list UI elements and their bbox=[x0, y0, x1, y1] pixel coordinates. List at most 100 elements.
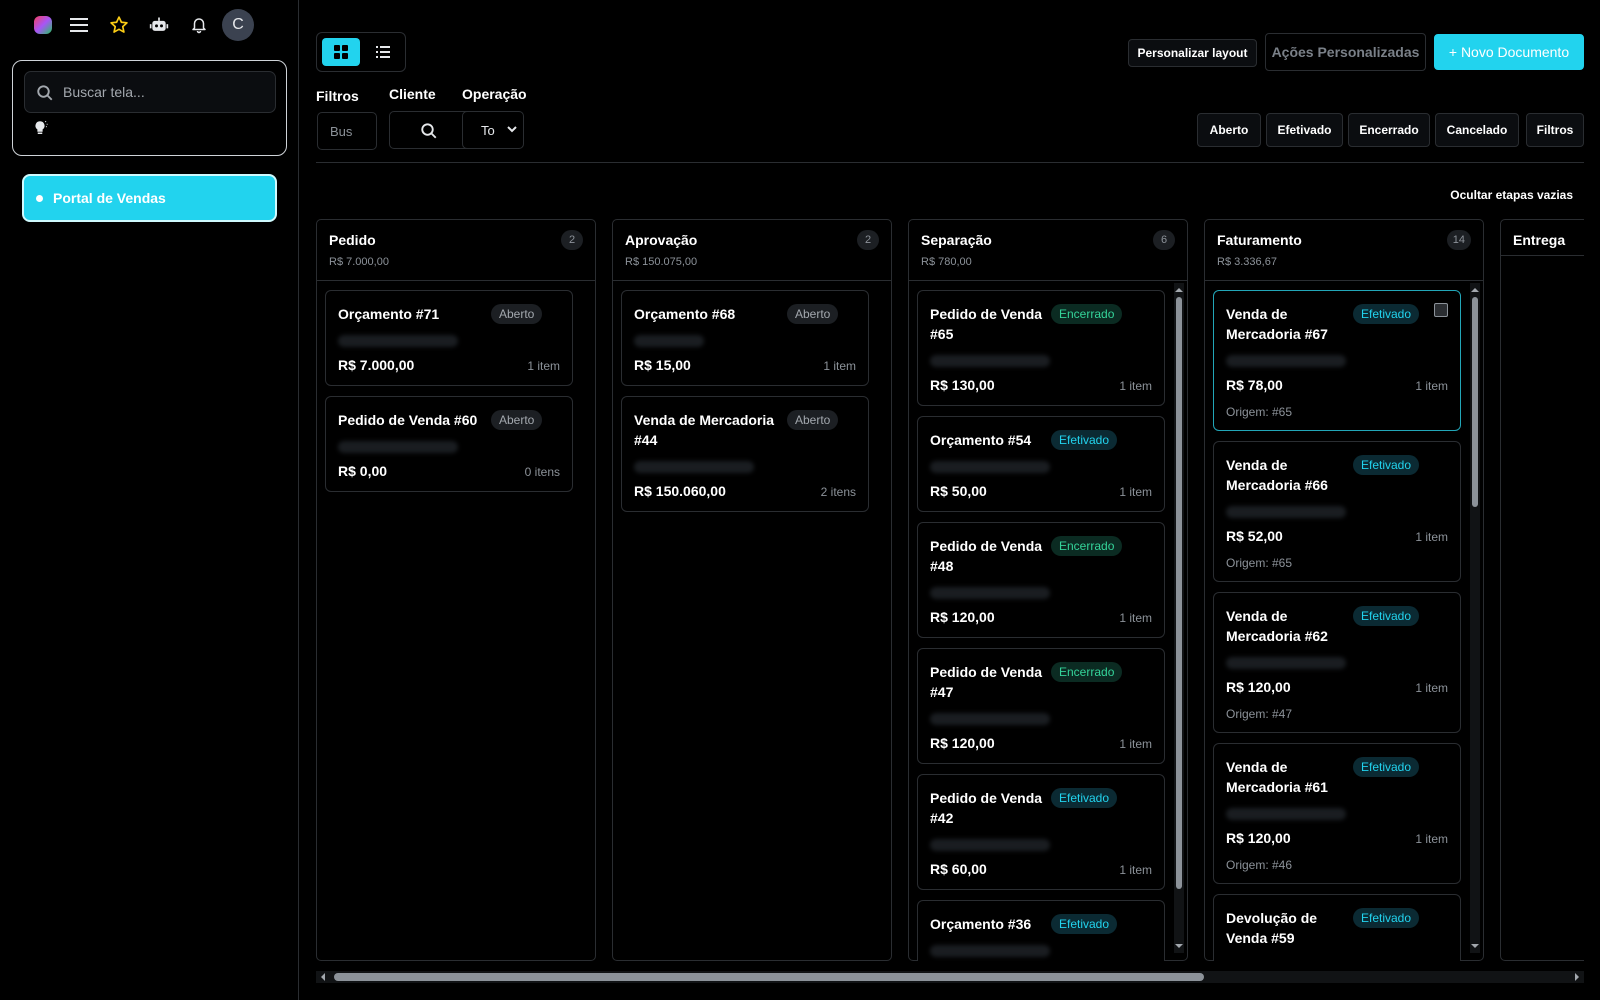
kanban-card[interactable]: Orçamento #36 Efetivado bbox=[917, 900, 1165, 961]
sidebar-item-portal-de-vendas[interactable]: Portal de Vendas bbox=[22, 174, 277, 222]
column-header: Faturamento R$ 3.336,67 14 bbox=[1205, 220, 1483, 281]
status-badge: Encerrado bbox=[1051, 536, 1123, 556]
card-title: Pedido de Venda #60 bbox=[338, 412, 478, 428]
card-item-count: 1 item bbox=[1119, 737, 1152, 751]
scroll-right-icon[interactable] bbox=[1572, 972, 1582, 982]
lightbulb-icon[interactable] bbox=[31, 119, 49, 142]
acoes-personalizadas-button[interactable]: Ações Personalizadas bbox=[1265, 33, 1426, 71]
active-dot-icon bbox=[36, 194, 43, 202]
card-select-checkbox[interactable] bbox=[1434, 303, 1448, 317]
status-filter-cancelado[interactable]: Cancelado bbox=[1435, 113, 1519, 147]
card-item-count: 1 item bbox=[527, 359, 560, 373]
card-origin: Origem: #65 bbox=[1226, 556, 1293, 570]
card-value: R$ 120,00 bbox=[930, 735, 995, 751]
column-count-badge: 2 bbox=[857, 230, 879, 250]
blurred-client-name bbox=[930, 945, 1050, 957]
robot-icon[interactable] bbox=[144, 10, 174, 40]
star-icon[interactable] bbox=[104, 10, 134, 40]
kanban-card[interactable]: Venda de Mercadoria #61 Efetivado R$ 120… bbox=[1213, 743, 1461, 884]
blurred-client-name bbox=[634, 461, 754, 473]
card-title: Venda de Mercadoria #66 bbox=[1226, 457, 1328, 493]
kanban-card[interactable]: Pedido de Venda #60 Aberto R$ 0,00 0 ite… bbox=[325, 396, 573, 492]
avatar[interactable]: C bbox=[222, 9, 254, 41]
card-title: Pedido de Venda #65 bbox=[930, 306, 1043, 342]
card-item-count: 1 item bbox=[1119, 379, 1152, 393]
column-count-badge: 14 bbox=[1446, 230, 1471, 250]
operacao-select[interactable]: To bbox=[462, 111, 524, 149]
scroll-up-icon[interactable] bbox=[1470, 285, 1480, 295]
status-filter-encerrado[interactable]: Encerrado bbox=[1348, 113, 1430, 147]
status-badge: Efetivado bbox=[1051, 914, 1118, 934]
app-logo-icon[interactable] bbox=[28, 10, 58, 40]
card-value: R$ 15,00 bbox=[634, 357, 691, 373]
kanban-card[interactable]: Venda de Mercadoria #66 Efetivado R$ 52,… bbox=[1213, 441, 1461, 582]
card-title: Orçamento #36 bbox=[930, 916, 1032, 932]
column-header: Aprovação R$ 150.075,00 2 bbox=[613, 220, 891, 281]
screen-search-panel bbox=[12, 60, 287, 156]
column-title: Separação bbox=[921, 232, 992, 248]
card-value: R$ 50,00 bbox=[930, 483, 987, 499]
board-horizontal-scrollbar[interactable] bbox=[316, 971, 1584, 983]
scroll-left-icon[interactable] bbox=[318, 972, 328, 982]
kanban-card[interactable]: Pedido de Venda #48 Encerrado R$ 120,00 … bbox=[917, 522, 1165, 638]
card-title: Pedido de Venda #47 bbox=[930, 664, 1043, 700]
ocultar-etapas-vazias-toggle[interactable]: Ocultar etapas vazias bbox=[1400, 188, 1573, 202]
list-view-button[interactable] bbox=[364, 38, 402, 66]
column-total: R$ 3.336,67 bbox=[1217, 256, 1277, 268]
blurred-client-name bbox=[930, 355, 1050, 367]
column-count-badge: 2 bbox=[561, 230, 583, 250]
scrollbar-thumb[interactable] bbox=[334, 973, 1204, 981]
card-item-count: 1 item bbox=[1119, 611, 1152, 625]
card-title: Pedido de Venda #48 bbox=[930, 538, 1043, 574]
chevron-down-icon bbox=[507, 126, 517, 133]
menu-icon[interactable] bbox=[64, 10, 94, 40]
status-badge: Efetivado bbox=[1353, 455, 1420, 475]
kanban-column-pedido: Pedido R$ 7.000,00 2 Orçamento #71 Abert… bbox=[316, 219, 596, 961]
column-header: Pedido R$ 7.000,00 2 bbox=[317, 220, 595, 281]
search-icon bbox=[421, 123, 437, 139]
card-value: R$ 120,00 bbox=[1226, 830, 1291, 846]
kanban-card[interactable]: Pedido de Venda #65 Encerrado R$ 130,00 … bbox=[917, 290, 1165, 406]
filtros-button[interactable]: Filtros bbox=[1526, 113, 1584, 147]
screen-search-input[interactable] bbox=[63, 72, 268, 112]
kanban-card[interactable]: Orçamento #71 Aberto R$ 7.000,00 1 item bbox=[325, 290, 573, 386]
kanban-card[interactable]: Pedido de Venda #42 Efetivado R$ 60,00 1… bbox=[917, 774, 1165, 890]
status-filter-aberto[interactable]: Aberto bbox=[1197, 113, 1261, 147]
card-title: Orçamento #54 bbox=[930, 432, 1032, 448]
scrollbar-thumb[interactable] bbox=[1176, 297, 1182, 889]
kanban-card[interactable]: Venda de Mercadoria #44 Aberto R$ 150.06… bbox=[621, 396, 869, 512]
kanban-card[interactable]: Pedido de Venda #47 Encerrado R$ 120,00 … bbox=[917, 648, 1165, 764]
card-title: Venda de Mercadoria #44 bbox=[634, 412, 775, 448]
kanban-view-button[interactable] bbox=[322, 38, 360, 66]
sidebar-item-label: Portal de Vendas bbox=[53, 190, 166, 206]
blurred-client-name bbox=[930, 713, 1050, 725]
card-value: R$ 0,00 bbox=[338, 463, 388, 479]
card-item-count: 1 item bbox=[1415, 379, 1448, 393]
card-title: Venda de Mercadoria #61 bbox=[1226, 759, 1328, 795]
novo-documento-button[interactable]: + Novo Documento bbox=[1434, 34, 1584, 70]
personalizar-layout-button[interactable]: Personalizar layout bbox=[1128, 39, 1257, 67]
scroll-down-icon[interactable] bbox=[1174, 941, 1184, 951]
column-scrollbar[interactable] bbox=[1174, 283, 1184, 953]
column-scrollbar[interactable] bbox=[1470, 283, 1480, 953]
operacao-select-value: To bbox=[481, 123, 495, 138]
card-title: Venda de Mercadoria #67 bbox=[1226, 306, 1328, 342]
scroll-up-icon[interactable] bbox=[1174, 285, 1184, 295]
card-item-count: 1 item bbox=[1119, 863, 1152, 877]
bell-icon[interactable] bbox=[184, 10, 214, 40]
column-total: R$ 780,00 bbox=[921, 256, 972, 268]
kanban-card[interactable]: Venda de Mercadoria #62 Efetivado R$ 120… bbox=[1213, 592, 1461, 733]
kanban-card[interactable]: Orçamento #54 Efetivado R$ 50,00 1 item bbox=[917, 416, 1165, 512]
card-title: Orçamento #68 bbox=[634, 306, 736, 322]
scrollbar-thumb[interactable] bbox=[1472, 297, 1478, 507]
column-total: R$ 150.075,00 bbox=[625, 256, 698, 268]
kanban-card[interactable]: Venda de Mercadoria #67 Efetivado R$ 78,… bbox=[1213, 290, 1461, 431]
blurred-client-name bbox=[930, 461, 1050, 473]
kanban-card[interactable]: Orçamento #68 Aberto R$ 15,00 1 item bbox=[621, 290, 869, 386]
kanban-card[interactable]: Devolução de Venda #59 Efetivado bbox=[1213, 894, 1461, 961]
scroll-down-icon[interactable] bbox=[1470, 941, 1480, 951]
status-filter-efetivado[interactable]: Efetivado bbox=[1266, 113, 1343, 147]
filter-search-input[interactable]: Bus bbox=[317, 112, 377, 150]
status-badge: Encerrado bbox=[1051, 304, 1123, 324]
card-item-count: 1 item bbox=[1415, 530, 1448, 544]
